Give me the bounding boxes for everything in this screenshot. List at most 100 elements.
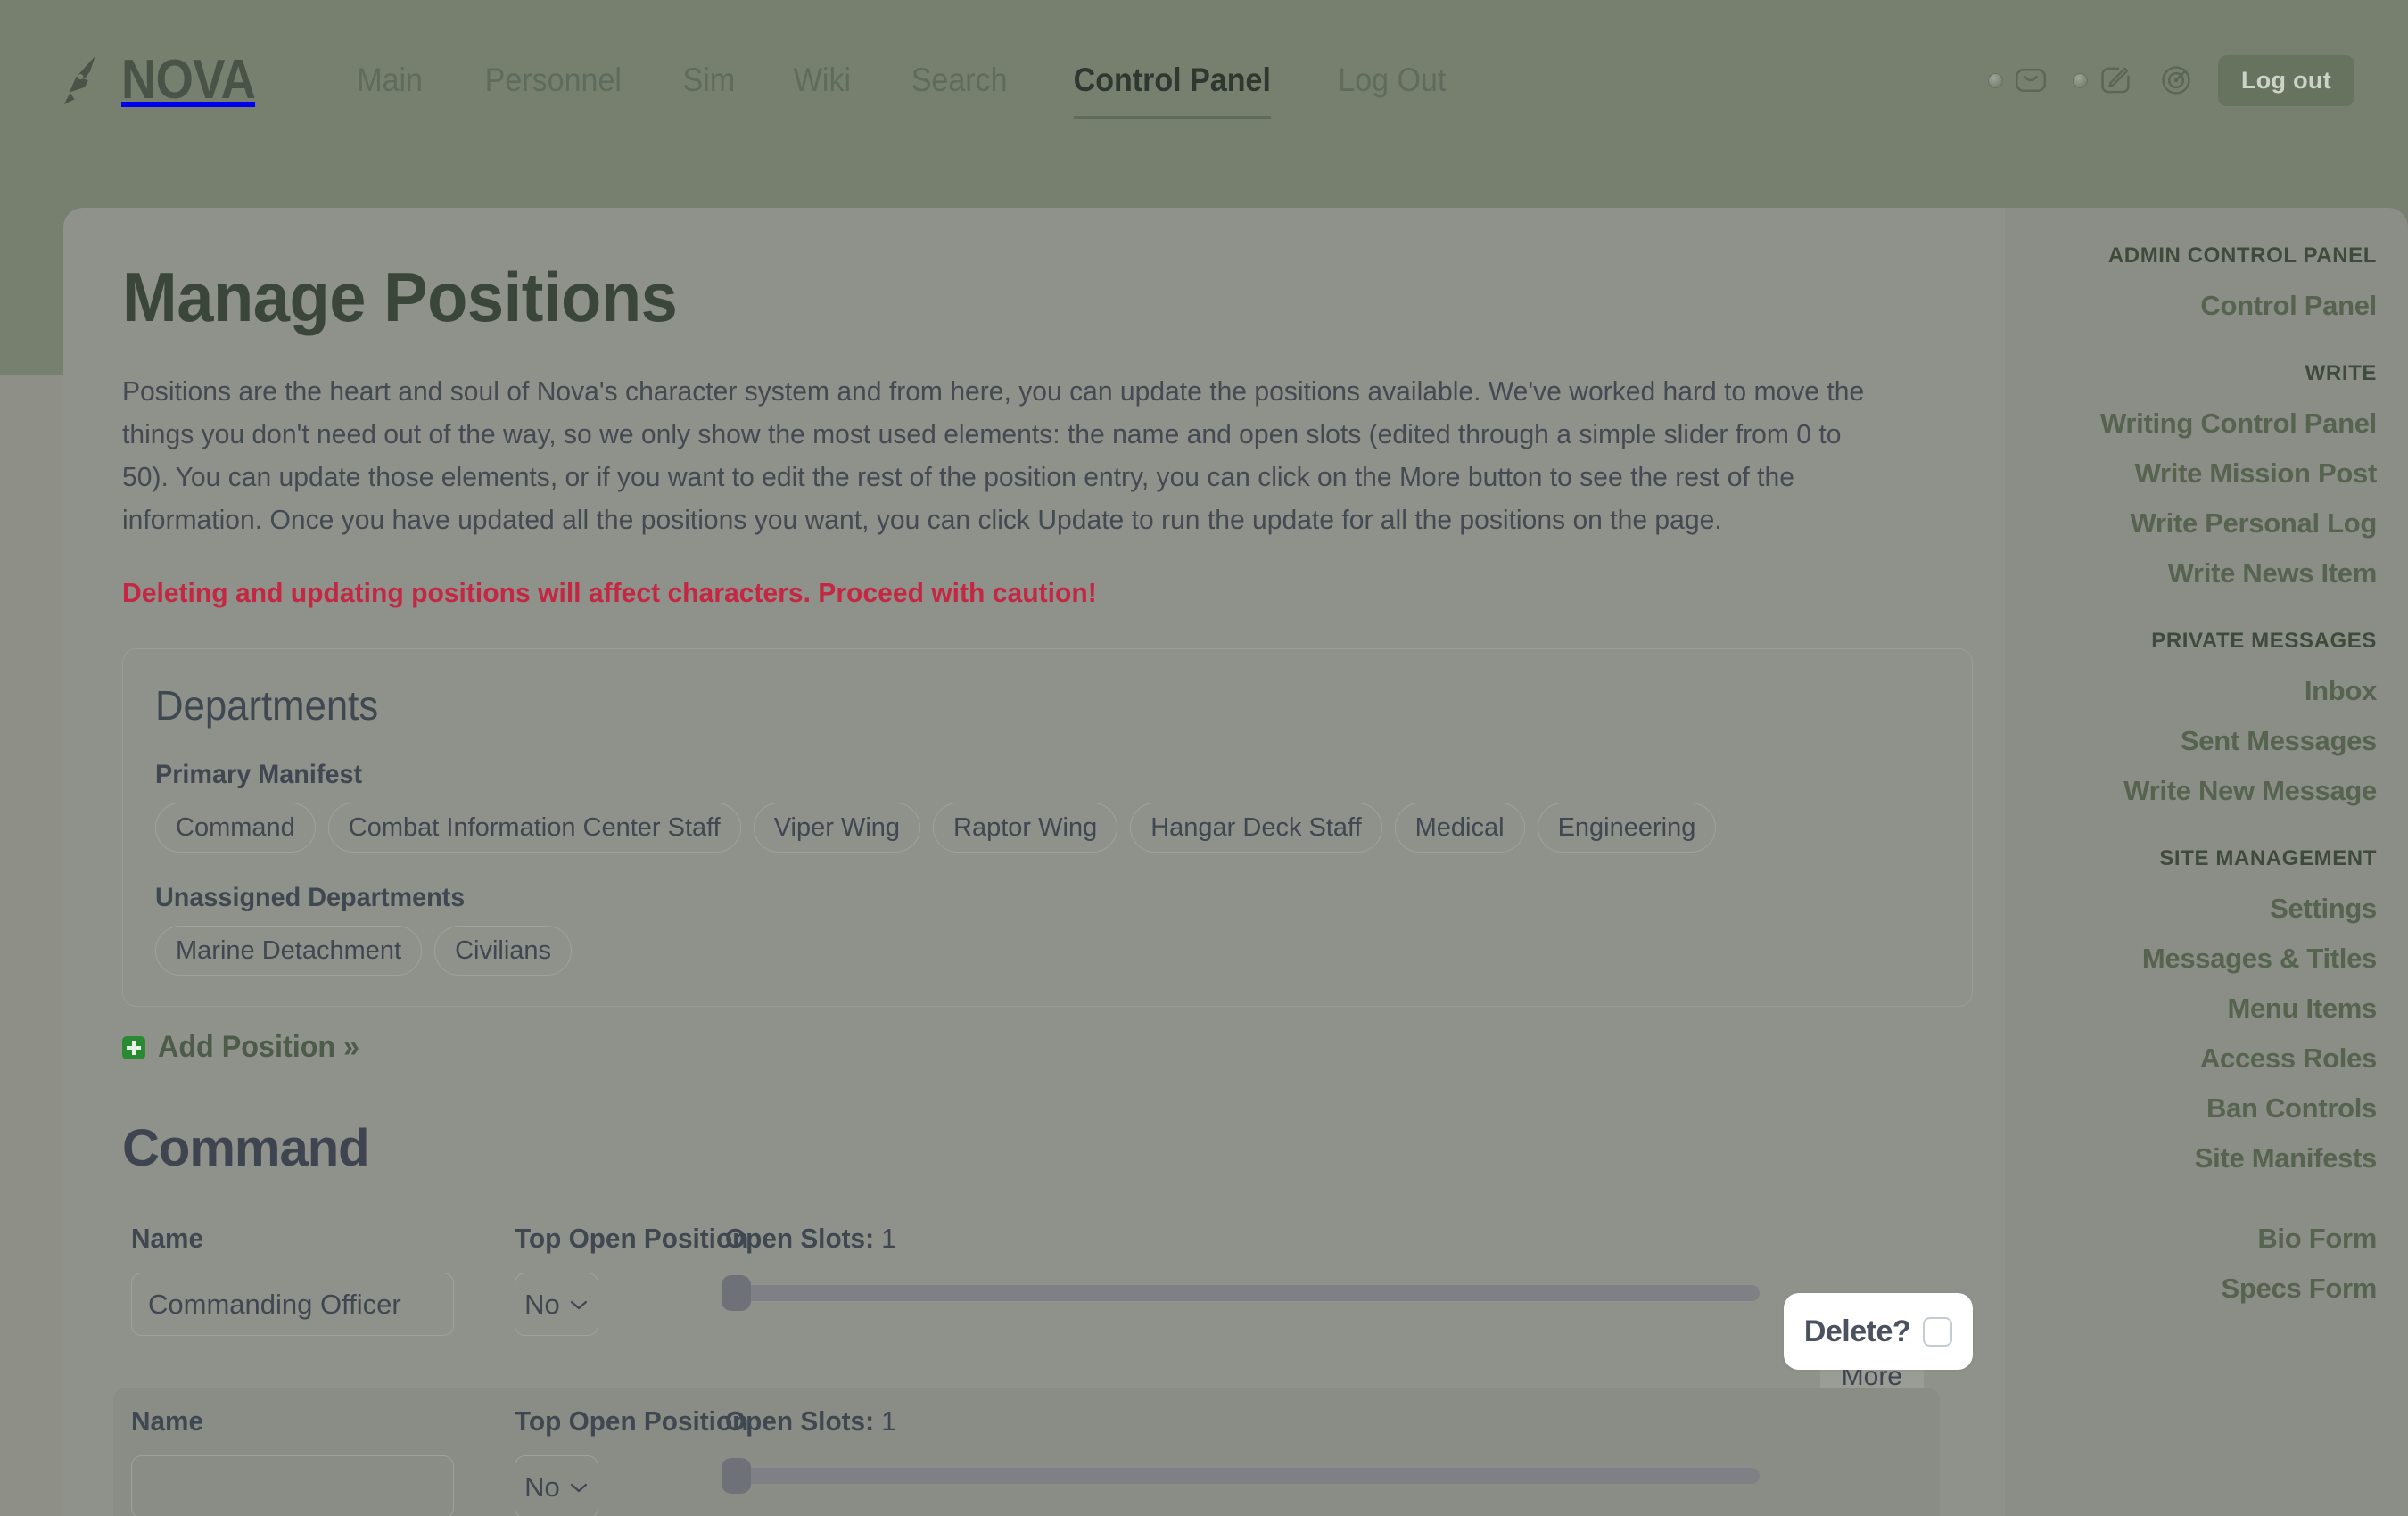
- department-chip-command[interactable]: Command: [155, 802, 316, 853]
- top-header-bar: NOVA Main Personnel Sim Wiki Search Cont…: [0, 0, 2408, 161]
- delete-checkbox[interactable]: [1923, 1316, 1953, 1347]
- name-field-label: Name: [131, 1405, 204, 1438]
- warning-message: Deleting and updating positions will aff…: [122, 576, 1097, 608]
- sidebar-item-write-personal-log[interactable]: Write Personal Log: [2023, 498, 2377, 548]
- open-slots-label: Open Slots: 1: [725, 1405, 1883, 1438]
- department-chip-viper-wing[interactable]: Viper Wing: [753, 802, 921, 853]
- position-row: Name Top Open Position No Open Slots: 1: [113, 1388, 1940, 1516]
- sidebar-item-sent-messages[interactable]: Sent Messages: [2023, 716, 2377, 766]
- sidebar-heading-write: WRITE: [2305, 361, 2377, 385]
- department-chip-engineering[interactable]: Engineering: [1537, 802, 1717, 853]
- write-pencil-icon[interactable]: [2097, 62, 2134, 99]
- primary-manifest-chip-row: Command Combat Information Center Staff …: [155, 802, 1940, 853]
- top-open-position-column: Top Open Position No: [515, 1405, 749, 1516]
- departments-title: Departments: [155, 681, 379, 729]
- department-chip-hangar-deck-staff[interactable]: Hangar Deck Staff: [1130, 802, 1382, 853]
- primary-manifest-label: Primary Manifest: [155, 759, 363, 789]
- sidebar-item-inbox[interactable]: Inbox: [2023, 666, 2377, 716]
- position-row: Name Top Open Position No Open Slots: 1: [122, 1205, 1949, 1403]
- nav-item-sim[interactable]: Sim: [658, 61, 760, 100]
- sidebar-heading-admin-control-panel: ADMIN CONTROL PANEL: [2107, 243, 2377, 268]
- page-title: Manage Positions: [122, 258, 678, 336]
- sidebar-item-write-news-item[interactable]: Write News Item: [2023, 548, 2378, 598]
- sidebar-item-write-mission-post[interactable]: Write Mission Post: [2023, 449, 2378, 498]
- open-slots-slider[interactable]: [722, 1458, 1760, 1495]
- department-chip-civilians[interactable]: Civilians: [434, 926, 573, 976]
- sidebar-item-site-manifests[interactable]: Site Manifests: [2023, 1133, 2378, 1183]
- messages-status-dot: [1987, 72, 2003, 88]
- messages-indicator-group: [1987, 62, 2049, 99]
- department-chip-marine-detachment[interactable]: Marine Detachment: [155, 926, 423, 976]
- header-actions: Log out: [1987, 54, 2372, 106]
- pen-nib-icon: [63, 55, 95, 105]
- position-name-input[interactable]: [131, 1273, 454, 1337]
- delete-label: Delete?: [1803, 1314, 1911, 1348]
- page-intro-text: Positions are the heart and soul of Nova…: [122, 375, 1865, 535]
- sidebar-item-specs-form[interactable]: Specs Form: [2023, 1264, 2378, 1314]
- sidebar-item-settings[interactable]: Settings: [2023, 884, 2377, 934]
- sidebar-group-write: WRITE Writing Control Panel Write Missio…: [2023, 361, 2377, 598]
- sidebar-item-messages-and-titles[interactable]: Messages & Titles: [2023, 934, 2377, 984]
- add-position-link[interactable]: Add Position »: [122, 1030, 370, 1065]
- top-open-position-column: Top Open Position No: [515, 1223, 749, 1337]
- sidebar-item-control-panel[interactable]: Control Panel: [2023, 281, 2377, 331]
- top-open-position-select[interactable]: No: [515, 1455, 598, 1516]
- nav-item-log-out[interactable]: Log Out: [1313, 61, 1470, 100]
- sidebar-heading-private-messages: PRIVATE MESSAGES: [2151, 629, 2377, 653]
- department-chip-cic-staff[interactable]: Combat Information Center Staff: [327, 802, 741, 853]
- sidebar-group-forms: Bio Form Specs Form: [2023, 1214, 2378, 1314]
- sidebar-group-admin-control-panel: ADMIN CONTROL PANEL Control Panel: [2023, 243, 2377, 331]
- open-slots-column: Open Slots: 1: [722, 1405, 1931, 1495]
- position-name-input[interactable]: [131, 1455, 454, 1516]
- sidebar-item-bio-form[interactable]: Bio Form: [2023, 1214, 2377, 1264]
- top-open-position-select[interactable]: No: [515, 1273, 598, 1337]
- dashboard-radar-icon[interactable]: [2157, 62, 2195, 99]
- open-slots-column: Open Slots: 1: [722, 1223, 1949, 1312]
- plus-icon: [122, 1035, 145, 1059]
- departments-panel: Departments Primary Manifest Command Com…: [122, 647, 1973, 1008]
- write-status-dot: [2072, 72, 2088, 88]
- position-name-column: Name: [122, 1405, 515, 1516]
- open-slots-value: 1: [881, 1405, 896, 1438]
- nav-item-wiki[interactable]: Wiki: [769, 61, 875, 100]
- nav-item-personnel[interactable]: Personnel: [460, 61, 646, 100]
- open-slots-label-prefix: Open Slots:: [725, 1405, 882, 1438]
- main-navigation: Main Personnel Sim Wiki Search Control P…: [327, 61, 1478, 120]
- messages-envelope-icon[interactable]: [2012, 62, 2049, 99]
- top-open-position-value: No: [524, 1471, 560, 1503]
- chevron-down-icon: [570, 1483, 587, 1492]
- nav-item-control-panel[interactable]: Control Panel: [1049, 61, 1295, 120]
- top-open-position-label: Top Open Position: [515, 1223, 749, 1255]
- top-open-position-value: No: [524, 1288, 560, 1320]
- nav-item-search[interactable]: Search: [887, 61, 1032, 100]
- sidebar-item-ban-controls[interactable]: Ban Controls: [2023, 1083, 2377, 1133]
- name-field-label: Name: [131, 1223, 204, 1255]
- sidebar-item-access-roles[interactable]: Access Roles: [2023, 1034, 2377, 1083]
- top-open-position-label: Top Open Position: [515, 1405, 749, 1438]
- admin-sidebar: ADMIN CONTROL PANEL Control Panel WRITE …: [2005, 208, 2408, 1516]
- open-slots-value: 1: [881, 1223, 896, 1255]
- unassigned-departments-label: Unassigned Departments: [155, 883, 466, 913]
- main-content-card: Manage Positions Positions are the heart…: [63, 208, 2007, 1516]
- add-position-label: Add Position »: [158, 1030, 360, 1065]
- sidebar-item-menu-items[interactable]: Menu Items: [2023, 984, 2377, 1034]
- open-slots-slider-thumb[interactable]: [722, 1458, 751, 1495]
- open-slots-label-prefix: Open Slots:: [725, 1223, 882, 1255]
- nova-logo[interactable]: NOVA: [59, 53, 274, 108]
- nav-item-main[interactable]: Main: [332, 61, 447, 100]
- sidebar-item-write-new-message[interactable]: Write New Message: [2023, 766, 2377, 816]
- sidebar-group-private-messages: PRIVATE MESSAGES Inbox Sent Messages Wri…: [2023, 629, 2377, 816]
- department-chip-raptor-wing[interactable]: Raptor Wing: [933, 802, 1118, 853]
- sidebar-heading-site-management: SITE MANAGEMENT: [2159, 846, 2377, 870]
- logout-button[interactable]: Log out: [2217, 54, 2354, 106]
- chevron-down-icon: [570, 1300, 587, 1309]
- unassigned-chip-row: Marine Detachment Civilians: [155, 926, 1940, 976]
- write-indicator-group: [2072, 62, 2134, 99]
- open-slots-slider[interactable]: [722, 1275, 1760, 1312]
- sidebar-item-writing-control-panel[interactable]: Writing Control Panel: [2023, 399, 2377, 449]
- open-slots-slider-thumb[interactable]: [722, 1275, 751, 1312]
- department-chip-medical[interactable]: Medical: [1394, 802, 1525, 853]
- delete-confirmation-popup[interactable]: Delete?: [1784, 1293, 1973, 1370]
- position-name-column: Name: [122, 1223, 515, 1337]
- open-slots-label: Open Slots: 1: [725, 1223, 1900, 1255]
